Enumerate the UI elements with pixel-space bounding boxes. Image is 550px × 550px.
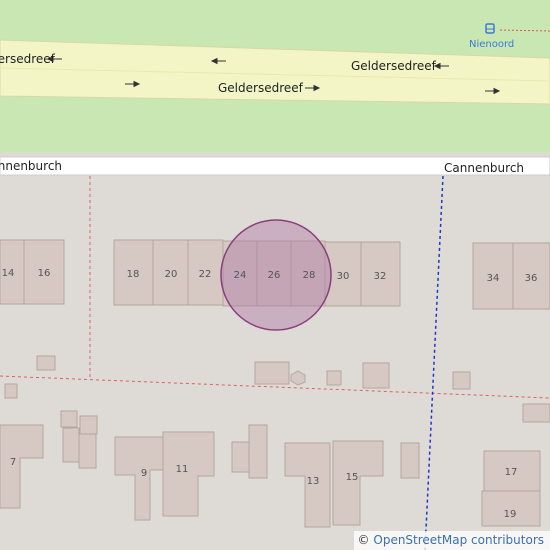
house-number-34: 34 (487, 273, 500, 284)
house-number-26: 26 (268, 270, 281, 281)
house-number-7: 7 (10, 457, 16, 468)
street-label-cannenburch-left: Cannenburch (0, 159, 62, 173)
house-number-9: 9 (141, 468, 147, 479)
house-number-30: 30 (337, 271, 350, 282)
house-number-17: 17 (505, 467, 518, 478)
house-number-24: 24 (234, 270, 247, 281)
house-number-36: 36 (525, 273, 538, 284)
house-number-28: 28 (303, 270, 316, 281)
street-label-geldersedreef-b: Geldersedreef (351, 59, 437, 73)
map-attribution: © OpenStreetMap contributors (353, 531, 550, 550)
house-number-32: 32 (374, 271, 387, 282)
attribution-link[interactable]: OpenStreetMap contributors (373, 533, 544, 547)
house-number-11: 11 (176, 464, 189, 475)
house-number-16: 16 (38, 268, 51, 279)
house-number-15: 15 (346, 472, 359, 483)
house-number-22: 22 (199, 269, 212, 280)
house-number-19: 19 (504, 509, 517, 520)
map-canvas[interactable]: Geldersedreef Geldersedreef Geldersedree… (0, 0, 550, 550)
street-label-geldersedreef-c: Geldersedreef (218, 81, 304, 95)
house-number-14: 14 (2, 268, 15, 279)
street-label-cannenburch-right: Cannenburch (444, 161, 524, 175)
street-label-geldersedreef-a: Geldersedreef (0, 52, 56, 66)
house-number-13: 13 (307, 476, 320, 487)
house-number-20: 20 (165, 269, 178, 280)
house-number-18: 18 (127, 269, 140, 280)
copyright-symbol: © (357, 533, 370, 547)
bus-stop-label: Nienoord (469, 39, 514, 50)
map-svg: Geldersedreef Geldersedreef Geldersedree… (0, 0, 550, 550)
